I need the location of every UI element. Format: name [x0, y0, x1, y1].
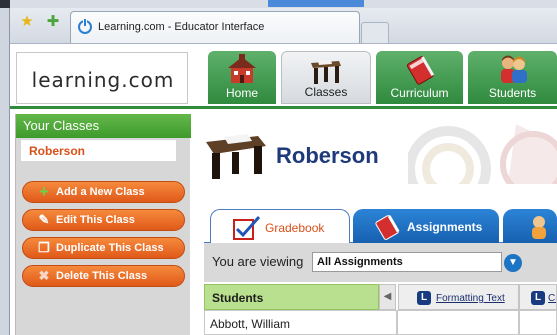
tab-assignments-label: Assignments: [407, 220, 483, 234]
nav-home-label: Home: [225, 86, 258, 100]
favorites-star-icon[interactable]: ★: [18, 13, 36, 31]
assignment-filter-select[interactable]: All Assignments: [312, 252, 502, 272]
new-tab-button[interactable]: [361, 22, 389, 43]
viewing-label: You are viewing: [212, 254, 304, 269]
class-title: Roberson: [276, 143, 379, 168]
edit-class-button[interactable]: ✎ Edit This Class: [22, 209, 185, 231]
site-header: learning.com Home Classes Curriculum Stu…: [10, 44, 557, 108]
background-decoration: [408, 124, 557, 184]
page-favicon-icon: [78, 18, 92, 34]
left-panel: Your Classes Roberson + Add a New Class …: [15, 114, 191, 335]
students-column-header[interactable]: Students: [204, 284, 379, 310]
assignment-column-header[interactable]: L Cr: [519, 284, 557, 310]
collapse-arrow-icon[interactable]: ◀: [379, 284, 396, 310]
class-desk-icon: [206, 134, 266, 179]
edit-class-label: Edit This Class: [56, 214, 135, 226]
logo-text: learning.com: [31, 68, 175, 92]
duplicate-class-button[interactable]: ❐ Duplicate This Class: [22, 237, 185, 259]
nav-home[interactable]: Home: [208, 51, 276, 104]
class-list-item-roberson[interactable]: Roberson: [21, 140, 176, 161]
browser-tab[interactable]: Learning.com - Educator Interface: [70, 11, 360, 43]
assignment-link-truncated[interactable]: Cr: [548, 293, 556, 304]
copy-icon: ❐: [38, 240, 50, 255]
window-left-edge: [0, 0, 10, 335]
lesson-badge-icon: L: [417, 291, 431, 305]
logo[interactable]: learning.com: [16, 52, 188, 104]
nav-curriculum-label: Curriculum: [390, 86, 449, 100]
assignments-book-icon: [375, 215, 400, 240]
students-icon: [500, 55, 527, 83]
nav-students[interactable]: Students: [468, 51, 557, 104]
nav-curriculum[interactable]: Curriculum: [376, 51, 463, 104]
nav-classes[interactable]: Classes: [281, 51, 371, 104]
add-class-button[interactable]: + Add a New Class: [22, 181, 185, 203]
chevron-down-icon[interactable]: ▼: [504, 254, 522, 272]
viewing-filter-bar: You are viewing All Assignments ▼: [204, 242, 557, 282]
add-class-label: Add a New Class: [56, 186, 145, 198]
schoolhouse-icon: [228, 54, 256, 83]
students-tab-icon: [532, 216, 546, 239]
tab-students[interactable]: [503, 209, 557, 243]
grade-cell[interactable]: [397, 310, 519, 335]
nav-classes-label: Classes: [304, 85, 348, 99]
tab-assignments[interactable]: Assignments: [353, 209, 499, 243]
assignment-column-header[interactable]: L Formatting Text: [398, 284, 519, 310]
nav-students-label: Students: [488, 86, 537, 100]
pencil-icon: ✎: [38, 212, 50, 227]
add-favorite-icon[interactable]: ✚: [44, 13, 62, 31]
browser-tab-title: Learning.com - Educator Interface: [98, 21, 265, 33]
delete-class-label: Delete This Class: [56, 270, 148, 282]
delete-class-button[interactable]: ✖ Delete This Class: [22, 265, 185, 287]
tab-gradebook-label: Gradebook: [265, 221, 325, 235]
lesson-badge-icon: L: [531, 291, 545, 305]
student-row-name[interactable]: Abbott, William: [204, 310, 397, 335]
grade-cell[interactable]: [519, 310, 557, 335]
assignment-link-formatting-text[interactable]: Formatting Text: [436, 293, 505, 304]
plus-icon: +: [39, 182, 49, 201]
window-top-strip: [0, 0, 557, 8]
delete-x-icon: ✖: [38, 268, 50, 283]
gradebook-check-icon: [233, 216, 261, 240]
book-icon: [406, 56, 434, 85]
tab-gradebook[interactable]: Gradebook: [210, 209, 350, 243]
header-divider: [10, 106, 557, 109]
duplicate-class-label: Duplicate This Class: [56, 242, 164, 254]
your-classes-heading: Your Classes: [16, 114, 191, 138]
desk-icon: [311, 60, 341, 84]
